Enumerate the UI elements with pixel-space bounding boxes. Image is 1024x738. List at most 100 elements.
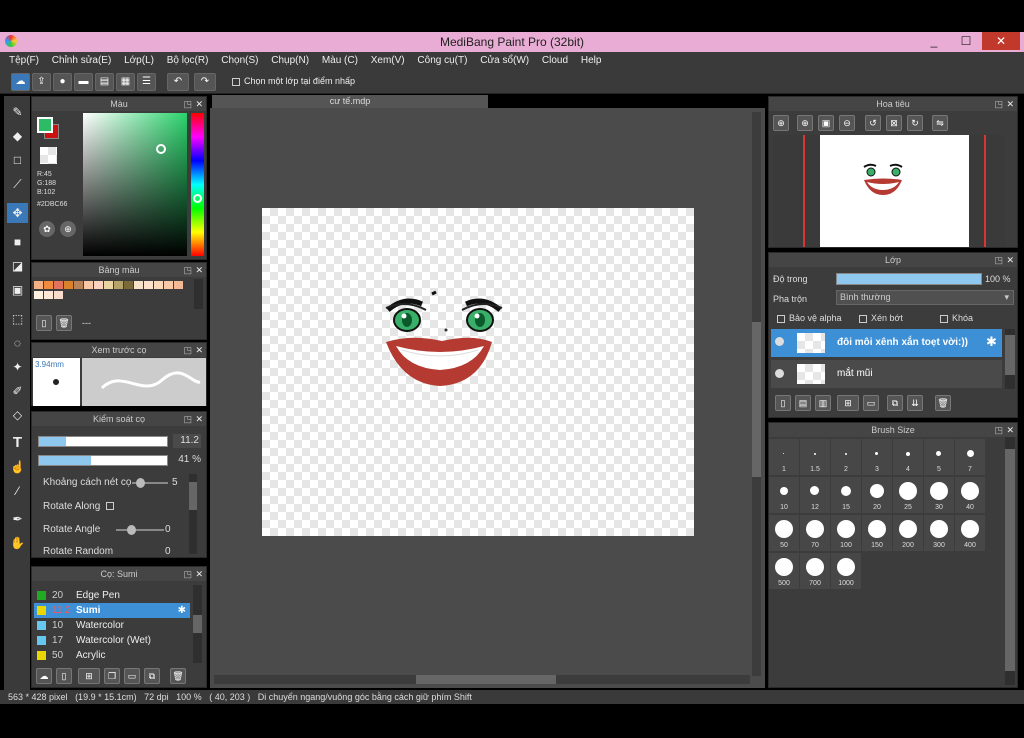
menu-filter[interactable]: Bộ lọc(R)	[162, 52, 214, 66]
select-rect-icon[interactable]: ⬚	[7, 309, 28, 329]
grid-icon[interactable]: ▦	[116, 73, 135, 91]
list-icon[interactable]: ☰	[137, 73, 156, 91]
brush-item[interactable]: 10 Watercolor	[34, 618, 190, 633]
palette-swatch[interactable]	[54, 281, 63, 289]
cloud-icon[interactable]: ☁	[11, 73, 30, 91]
float-icon[interactable]: ◳	[183, 343, 192, 357]
brush-size-option[interactable]: 1.5	[800, 439, 830, 475]
brush-size-value[interactable]: 11.2	[173, 434, 201, 448]
brush-size-option[interactable]: 300	[924, 515, 954, 551]
select-eraser-icon[interactable]: ◇	[7, 405, 28, 425]
merge-layer-icon[interactable]: ⇊	[907, 395, 923, 411]
flip-icon[interactable]: ⇋	[932, 115, 948, 131]
pen-icon[interactable]: ✎	[7, 102, 28, 122]
float-icon[interactable]: ◳	[994, 97, 1003, 111]
brush-size-option[interactable]: 400	[955, 515, 985, 551]
brush-size-option[interactable]: 12	[800, 477, 830, 513]
brush-size-scrollbar[interactable]	[1005, 437, 1015, 685]
gradient-icon[interactable]: ▣	[7, 280, 28, 300]
palette-swatch[interactable]	[134, 281, 143, 289]
close-icon[interactable]: ✕	[195, 567, 203, 581]
horizontal-scrollbar[interactable]	[214, 675, 750, 684]
redo-icon[interactable]: ↷	[194, 73, 216, 91]
layer-item[interactable]: đôi môi xênh xắn toẹt vời:)) ✱	[771, 329, 1002, 357]
palette-swatch[interactable]	[124, 281, 133, 289]
zoom-out-icon[interactable]: ⊖	[839, 115, 855, 131]
rotate-angle-slider[interactable]	[116, 525, 164, 535]
select-layer-option[interactable]: Chọn một lớp tại điểm nhấp	[232, 76, 355, 86]
layer-opacity-slider[interactable]	[836, 273, 982, 285]
zoom-in-icon[interactable]: ⊕	[773, 115, 789, 131]
close-icon[interactable]: ✕	[195, 412, 203, 426]
brush-size-option[interactable]: 40	[955, 477, 985, 513]
brush-opacity-value[interactable]: 41 %	[173, 453, 201, 467]
text-icon[interactable]: T	[7, 433, 28, 453]
brush-opacity-slider[interactable]	[38, 455, 168, 466]
chat-icon[interactable]: ▬	[74, 73, 93, 91]
delete-layer-icon[interactable]: 🗑	[935, 395, 951, 411]
menu-capture[interactable]: Chụp(N)	[266, 52, 314, 66]
rotate-right-icon[interactable]: ↻	[907, 115, 923, 131]
menu-layer[interactable]: Lớp(L)	[119, 52, 159, 66]
brush-size-option[interactable]: 2	[831, 439, 861, 475]
fit-icon[interactable]: ▣	[818, 115, 834, 131]
brush-size-option[interactable]: 20	[862, 477, 892, 513]
upload-icon[interactable]: ⇪	[32, 73, 51, 91]
close-icon[interactable]: ✕	[195, 263, 203, 277]
primary-color-swatch[interactable]	[37, 117, 53, 133]
brush-size-option[interactable]: 500	[769, 553, 799, 589]
brush-size-slider[interactable]	[38, 436, 168, 447]
maximize-button[interactable]: ☐	[952, 32, 980, 50]
menu-edit[interactable]: Chỉnh sửa(E)	[47, 52, 117, 66]
clipping-checkbox[interactable]	[859, 314, 867, 323]
rotate-along-checkbox[interactable]	[106, 502, 114, 510]
navigator-view[interactable]	[773, 135, 1005, 247]
palette-swatch[interactable]	[104, 281, 113, 289]
palette-swatch[interactable]	[34, 291, 43, 299]
palette-icon[interactable]: ⊕	[60, 221, 76, 237]
palette-swatch[interactable]	[114, 281, 123, 289]
eyedropper-icon[interactable]: ✒	[7, 509, 28, 529]
color-wheel-icon[interactable]: ✿	[39, 221, 55, 237]
palette-swatch[interactable]	[84, 281, 93, 289]
transparent-color-swatch[interactable]	[40, 147, 57, 164]
add-brush-icon[interactable]: ⊞	[78, 668, 100, 684]
lock-checkbox[interactable]	[940, 314, 948, 323]
brush-size-option[interactable]: 25	[893, 477, 923, 513]
delete-palette-icon[interactable]: 🗑	[56, 315, 72, 331]
hue-slider[interactable]	[191, 113, 204, 256]
menu-tools[interactable]: Công cụ(T)	[412, 52, 472, 66]
palette-swatch[interactable]	[154, 281, 163, 289]
brush-size-option[interactable]: 3	[862, 439, 892, 475]
new-layer-icon[interactable]: ▯	[775, 395, 791, 411]
brush-size-option[interactable]: 200	[893, 515, 923, 551]
color-field[interactable]	[83, 113, 187, 256]
palette-swatch[interactable]	[44, 281, 53, 289]
close-icon[interactable]: ✕	[195, 97, 203, 111]
new-halftone-layer-icon[interactable]: ▤	[795, 395, 811, 411]
lasso-icon[interactable]: ◌	[7, 333, 28, 353]
palette-swatch[interactable]	[34, 281, 43, 289]
brush-size-option[interactable]: 5	[924, 439, 954, 475]
palette-swatch[interactable]	[44, 291, 53, 299]
folder-icon[interactable]: ▭	[124, 668, 140, 684]
blend-mode-select[interactable]: Bình thường ▾	[836, 290, 1014, 305]
palette-scrollbar[interactable]	[194, 279, 203, 309]
new-brush-icon[interactable]: ▯	[56, 668, 72, 684]
brush-list-scrollbar[interactable]	[193, 585, 202, 663]
rotate-left-icon[interactable]: ↺	[865, 115, 881, 131]
brush-size-option[interactable]: 1	[769, 439, 799, 475]
minimize-button[interactable]: _	[920, 32, 948, 50]
brush-size-option[interactable]: 150	[862, 515, 892, 551]
duplicate-icon[interactable]: ⧉	[144, 668, 160, 684]
menu-window[interactable]: Cửa sổ(W)	[475, 52, 534, 66]
brush-item[interactable]: 20 Edge Pen	[34, 588, 190, 603]
zoom-in-alt-icon[interactable]: ⊕	[797, 115, 813, 131]
drawing-canvas[interactable]	[262, 208, 694, 536]
brush-control-scrollbar[interactable]	[189, 474, 197, 554]
spacing-slider[interactable]	[132, 478, 168, 488]
close-icon[interactable]: ✕	[1006, 253, 1014, 267]
palette-swatch[interactable]	[94, 281, 103, 289]
palette-swatch[interactable]	[144, 281, 153, 289]
folder-icon[interactable]: ▭	[863, 395, 879, 411]
